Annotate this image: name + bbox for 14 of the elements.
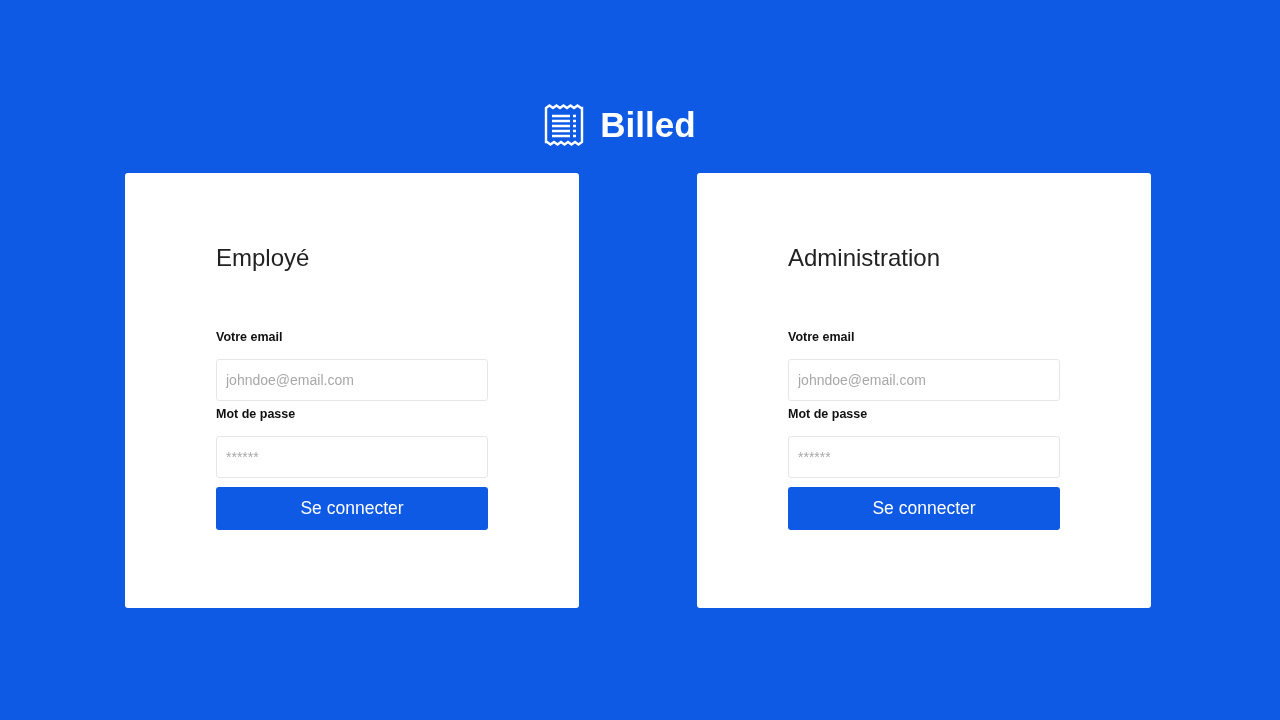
card-title: Administration: [788, 243, 942, 272]
email-field[interactable]: johndoe@email.com: [788, 359, 1060, 401]
field-label: Votre email: [788, 329, 856, 345]
field-label: Mot de passe: [216, 406, 297, 422]
login-button[interactable]: Se connecter: [216, 487, 488, 530]
field-label: Mot de passe: [788, 406, 869, 422]
field-label: Votre email: [216, 329, 284, 345]
email-field[interactable]: johndoe@email.com: [216, 359, 488, 401]
password-field[interactable]: ******: [788, 436, 1060, 478]
password-field[interactable]: ******: [216, 436, 488, 478]
logo-text: Billed: [600, 103, 696, 146]
receipt-icon: [544, 103, 585, 146]
card-title: Employé: [216, 243, 311, 272]
login-button[interactable]: Se connecter: [788, 487, 1060, 530]
